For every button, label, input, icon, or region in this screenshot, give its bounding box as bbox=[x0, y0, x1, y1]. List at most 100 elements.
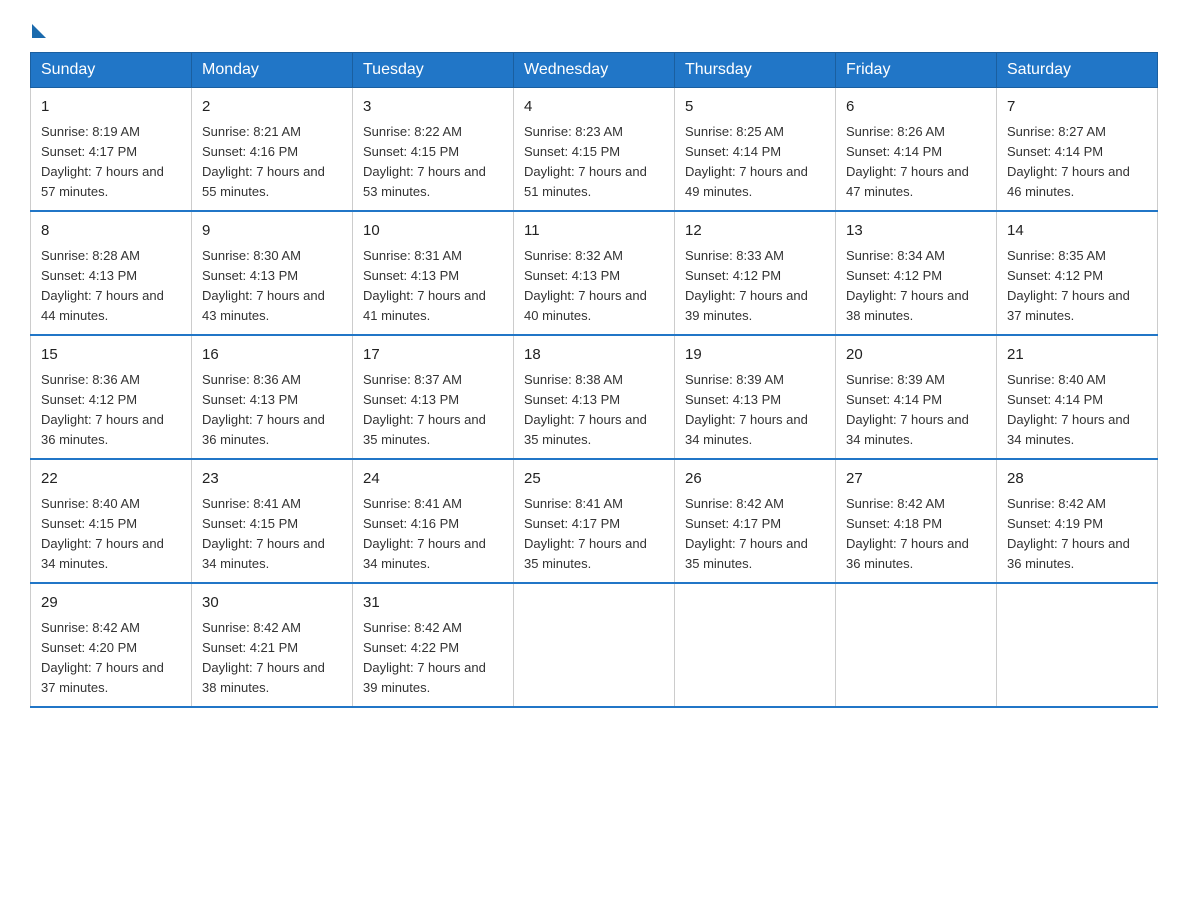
day-cell-9: 9 Sunrise: 8:30 AMSunset: 4:13 PMDayligh… bbox=[192, 211, 353, 335]
day-number: 10 bbox=[363, 220, 503, 243]
day-cell-31: 31 Sunrise: 8:42 AMSunset: 4:22 PMDaylig… bbox=[353, 583, 514, 707]
day-number: 4 bbox=[524, 96, 664, 119]
day-info: Sunrise: 8:42 AMSunset: 4:17 PMDaylight:… bbox=[685, 496, 808, 571]
day-info: Sunrise: 8:23 AMSunset: 4:15 PMDaylight:… bbox=[524, 124, 647, 199]
day-number: 13 bbox=[846, 220, 986, 243]
day-number: 26 bbox=[685, 468, 825, 491]
day-info: Sunrise: 8:21 AMSunset: 4:16 PMDaylight:… bbox=[202, 124, 325, 199]
calendar-table: SundayMondayTuesdayWednesdayThursdayFrid… bbox=[30, 52, 1158, 708]
day-number: 12 bbox=[685, 220, 825, 243]
day-cell-22: 22 Sunrise: 8:40 AMSunset: 4:15 PMDaylig… bbox=[31, 459, 192, 583]
day-number: 2 bbox=[202, 96, 342, 119]
header-row: SundayMondayTuesdayWednesdayThursdayFrid… bbox=[31, 53, 1158, 88]
day-info: Sunrise: 8:42 AMSunset: 4:20 PMDaylight:… bbox=[41, 620, 164, 695]
day-header-wednesday: Wednesday bbox=[514, 53, 675, 88]
day-cell-4: 4 Sunrise: 8:23 AMSunset: 4:15 PMDayligh… bbox=[514, 88, 675, 212]
logo bbox=[30, 20, 46, 34]
day-number: 6 bbox=[846, 96, 986, 119]
day-number: 25 bbox=[524, 468, 664, 491]
day-number: 29 bbox=[41, 592, 181, 615]
day-cell-6: 6 Sunrise: 8:26 AMSunset: 4:14 PMDayligh… bbox=[836, 88, 997, 212]
day-cell-18: 18 Sunrise: 8:38 AMSunset: 4:13 PMDaylig… bbox=[514, 335, 675, 459]
day-info: Sunrise: 8:39 AMSunset: 4:14 PMDaylight:… bbox=[846, 372, 969, 447]
week-row-3: 15 Sunrise: 8:36 AMSunset: 4:12 PMDaylig… bbox=[31, 335, 1158, 459]
day-cell-5: 5 Sunrise: 8:25 AMSunset: 4:14 PMDayligh… bbox=[675, 88, 836, 212]
day-number: 28 bbox=[1007, 468, 1147, 491]
day-number: 9 bbox=[202, 220, 342, 243]
day-info: Sunrise: 8:42 AMSunset: 4:21 PMDaylight:… bbox=[202, 620, 325, 695]
day-info: Sunrise: 8:19 AMSunset: 4:17 PMDaylight:… bbox=[41, 124, 164, 199]
day-number: 1 bbox=[41, 96, 181, 119]
day-cell-30: 30 Sunrise: 8:42 AMSunset: 4:21 PMDaylig… bbox=[192, 583, 353, 707]
day-info: Sunrise: 8:38 AMSunset: 4:13 PMDaylight:… bbox=[524, 372, 647, 447]
day-cell-13: 13 Sunrise: 8:34 AMSunset: 4:12 PMDaylig… bbox=[836, 211, 997, 335]
day-number: 8 bbox=[41, 220, 181, 243]
day-cell-28: 28 Sunrise: 8:42 AMSunset: 4:19 PMDaylig… bbox=[997, 459, 1158, 583]
day-cell-14: 14 Sunrise: 8:35 AMSunset: 4:12 PMDaylig… bbox=[997, 211, 1158, 335]
day-header-monday: Monday bbox=[192, 53, 353, 88]
day-info: Sunrise: 8:32 AMSunset: 4:13 PMDaylight:… bbox=[524, 248, 647, 323]
day-info: Sunrise: 8:27 AMSunset: 4:14 PMDaylight:… bbox=[1007, 124, 1130, 199]
day-cell-17: 17 Sunrise: 8:37 AMSunset: 4:13 PMDaylig… bbox=[353, 335, 514, 459]
day-info: Sunrise: 8:42 AMSunset: 4:18 PMDaylight:… bbox=[846, 496, 969, 571]
day-number: 11 bbox=[524, 220, 664, 243]
day-header-tuesday: Tuesday bbox=[353, 53, 514, 88]
day-cell-2: 2 Sunrise: 8:21 AMSunset: 4:16 PMDayligh… bbox=[192, 88, 353, 212]
day-info: Sunrise: 8:22 AMSunset: 4:15 PMDaylight:… bbox=[363, 124, 486, 199]
day-info: Sunrise: 8:28 AMSunset: 4:13 PMDaylight:… bbox=[41, 248, 164, 323]
day-info: Sunrise: 8:42 AMSunset: 4:22 PMDaylight:… bbox=[363, 620, 486, 695]
day-cell-1: 1 Sunrise: 8:19 AMSunset: 4:17 PMDayligh… bbox=[31, 88, 192, 212]
day-header-sunday: Sunday bbox=[31, 53, 192, 88]
day-info: Sunrise: 8:35 AMSunset: 4:12 PMDaylight:… bbox=[1007, 248, 1130, 323]
day-number: 19 bbox=[685, 344, 825, 367]
week-row-2: 8 Sunrise: 8:28 AMSunset: 4:13 PMDayligh… bbox=[31, 211, 1158, 335]
day-number: 31 bbox=[363, 592, 503, 615]
week-row-4: 22 Sunrise: 8:40 AMSunset: 4:15 PMDaylig… bbox=[31, 459, 1158, 583]
day-cell-7: 7 Sunrise: 8:27 AMSunset: 4:14 PMDayligh… bbox=[997, 88, 1158, 212]
day-number: 15 bbox=[41, 344, 181, 367]
day-cell-25: 25 Sunrise: 8:41 AMSunset: 4:17 PMDaylig… bbox=[514, 459, 675, 583]
day-cell-16: 16 Sunrise: 8:36 AMSunset: 4:13 PMDaylig… bbox=[192, 335, 353, 459]
empty-cell bbox=[836, 583, 997, 707]
day-cell-29: 29 Sunrise: 8:42 AMSunset: 4:20 PMDaylig… bbox=[31, 583, 192, 707]
empty-cell bbox=[514, 583, 675, 707]
day-number: 23 bbox=[202, 468, 342, 491]
day-cell-20: 20 Sunrise: 8:39 AMSunset: 4:14 PMDaylig… bbox=[836, 335, 997, 459]
day-info: Sunrise: 8:33 AMSunset: 4:12 PMDaylight:… bbox=[685, 248, 808, 323]
day-number: 21 bbox=[1007, 344, 1147, 367]
day-number: 7 bbox=[1007, 96, 1147, 119]
header bbox=[30, 20, 1158, 34]
day-number: 3 bbox=[363, 96, 503, 119]
day-header-thursday: Thursday bbox=[675, 53, 836, 88]
day-number: 18 bbox=[524, 344, 664, 367]
day-header-saturday: Saturday bbox=[997, 53, 1158, 88]
day-number: 27 bbox=[846, 468, 986, 491]
day-info: Sunrise: 8:37 AMSunset: 4:13 PMDaylight:… bbox=[363, 372, 486, 447]
day-info: Sunrise: 8:31 AMSunset: 4:13 PMDaylight:… bbox=[363, 248, 486, 323]
day-number: 17 bbox=[363, 344, 503, 367]
day-info: Sunrise: 8:41 AMSunset: 4:15 PMDaylight:… bbox=[202, 496, 325, 571]
day-info: Sunrise: 8:36 AMSunset: 4:13 PMDaylight:… bbox=[202, 372, 325, 447]
day-header-friday: Friday bbox=[836, 53, 997, 88]
day-number: 30 bbox=[202, 592, 342, 615]
day-cell-24: 24 Sunrise: 8:41 AMSunset: 4:16 PMDaylig… bbox=[353, 459, 514, 583]
day-number: 20 bbox=[846, 344, 986, 367]
day-number: 5 bbox=[685, 96, 825, 119]
day-number: 16 bbox=[202, 344, 342, 367]
day-info: Sunrise: 8:42 AMSunset: 4:19 PMDaylight:… bbox=[1007, 496, 1130, 571]
day-info: Sunrise: 8:41 AMSunset: 4:17 PMDaylight:… bbox=[524, 496, 647, 571]
day-number: 14 bbox=[1007, 220, 1147, 243]
day-cell-12: 12 Sunrise: 8:33 AMSunset: 4:12 PMDaylig… bbox=[675, 211, 836, 335]
day-number: 22 bbox=[41, 468, 181, 491]
day-info: Sunrise: 8:30 AMSunset: 4:13 PMDaylight:… bbox=[202, 248, 325, 323]
day-info: Sunrise: 8:40 AMSunset: 4:14 PMDaylight:… bbox=[1007, 372, 1130, 447]
day-cell-27: 27 Sunrise: 8:42 AMSunset: 4:18 PMDaylig… bbox=[836, 459, 997, 583]
empty-cell bbox=[997, 583, 1158, 707]
day-info: Sunrise: 8:40 AMSunset: 4:15 PMDaylight:… bbox=[41, 496, 164, 571]
day-cell-11: 11 Sunrise: 8:32 AMSunset: 4:13 PMDaylig… bbox=[514, 211, 675, 335]
empty-cell bbox=[675, 583, 836, 707]
day-cell-19: 19 Sunrise: 8:39 AMSunset: 4:13 PMDaylig… bbox=[675, 335, 836, 459]
day-cell-21: 21 Sunrise: 8:40 AMSunset: 4:14 PMDaylig… bbox=[997, 335, 1158, 459]
day-cell-8: 8 Sunrise: 8:28 AMSunset: 4:13 PMDayligh… bbox=[31, 211, 192, 335]
day-number: 24 bbox=[363, 468, 503, 491]
